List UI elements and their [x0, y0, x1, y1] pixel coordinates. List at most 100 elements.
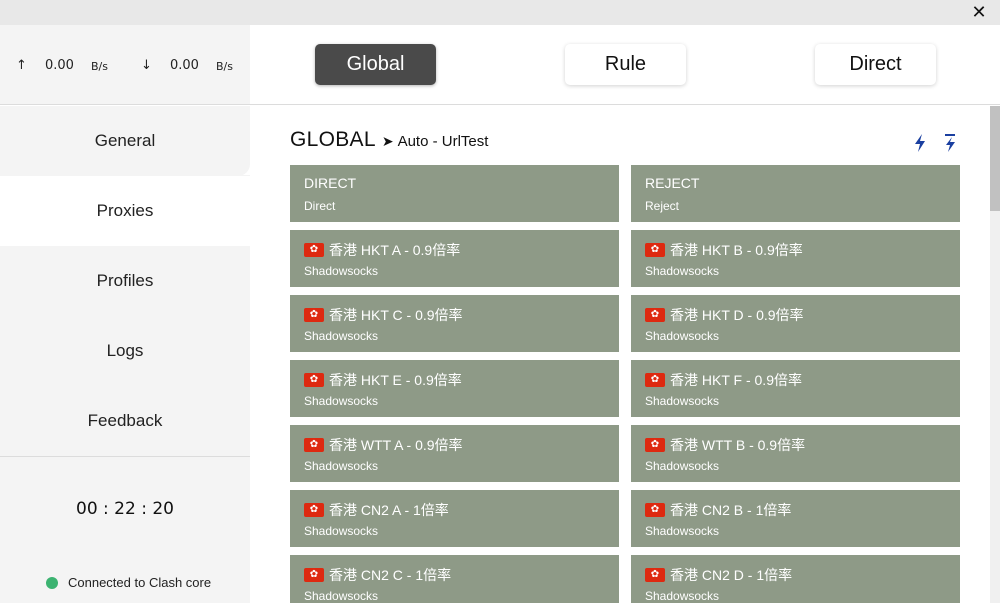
proxy-name: 香港 HKT E - 0.9倍率 [329, 372, 462, 388]
proxy-card[interactable]: DIRECT Direct [290, 165, 619, 222]
proxy-name: 香港 CN2 B - 1倍率 [670, 502, 792, 518]
proxy-card[interactable]: ✿ 香港 HKT A - 0.9倍率 Shadowsocks [290, 230, 619, 287]
download-arrow-icon: ↓ [141, 58, 152, 73]
proxy-type: Direct [304, 199, 336, 213]
sidebar: ↑ 0.00 B/s ↓ 0.00 B/s General Proxies Pr… [0, 25, 250, 603]
proxy-card[interactable]: ✿ 香港 CN2 A - 1倍率 Shadowsocks [290, 490, 619, 547]
proxy-type: Shadowsocks [645, 264, 720, 278]
hong-kong-flag-icon: ✿ [304, 243, 324, 257]
proxy-type: Shadowsocks [304, 459, 379, 473]
proxy-card[interactable]: REJECT Reject [631, 165, 960, 222]
proxy-name: 香港 CN2 D - 1倍率 [670, 567, 793, 583]
latency-test-icon[interactable] [913, 133, 927, 153]
traffic-monitor: ↑ 0.00 B/s ↓ 0.00 B/s [0, 25, 250, 105]
hong-kong-flag-icon: ✿ [645, 568, 665, 582]
proxy-type: Shadowsocks [304, 264, 379, 278]
latency-test-all-icon[interactable] [943, 133, 957, 153]
proxy-card[interactable]: ✿ 香港 HKT C - 0.9倍率 Shadowsocks [290, 295, 619, 352]
main-panel: Global Rule Direct GLOBAL ➤ Auto - UrlTe… [250, 25, 1000, 603]
hong-kong-flag-icon: ✿ [304, 568, 324, 582]
sidebar-item-feedback[interactable]: Feedback [0, 386, 250, 456]
hong-kong-flag-icon: ✿ [645, 438, 665, 452]
upload-speed-unit: B/s [91, 60, 108, 73]
proxy-name: 香港 WTT B - 0.9倍率 [670, 437, 806, 453]
proxy-card[interactable]: ✿ 香港 CN2 B - 1倍率 Shadowsocks [631, 490, 960, 547]
proxy-card[interactable]: ✿ 香港 WTT A - 0.9倍率 Shadowsocks [290, 425, 619, 482]
hong-kong-flag-icon: ✿ [304, 373, 324, 387]
proxy-name: 香港 CN2 A - 1倍率 [329, 502, 449, 518]
proxy-card[interactable]: ✿ 香港 HKT D - 0.9倍率 Shadowsocks [631, 295, 960, 352]
proxy-name: 香港 CN2 C - 1倍率 [329, 567, 452, 583]
hong-kong-flag-icon: ✿ [645, 503, 665, 517]
scrollbar-thumb[interactable] [990, 106, 1000, 211]
proxy-card[interactable]: ✿ 香港 HKT F - 0.9倍率 Shadowsocks [631, 360, 960, 417]
sidebar-item-profiles[interactable]: Profiles [0, 246, 250, 316]
group-selected-proxy: Auto - UrlTest [397, 133, 489, 150]
proxy-card[interactable]: ✿ 香港 CN2 C - 1倍率 Shadowsocks [290, 555, 619, 603]
proxy-type: Shadowsocks [645, 329, 720, 343]
download-speed-value: 0.00 [170, 58, 199, 73]
hong-kong-flag-icon: ✿ [645, 308, 665, 322]
proxy-type: Shadowsocks [304, 524, 379, 538]
hong-kong-flag-icon: ✿ [645, 373, 665, 387]
download-speed-unit: B/s [216, 60, 233, 73]
proxy-name-row: ✿ 香港 HKT B - 0.9倍率 [645, 240, 803, 260]
proxy-name-row: REJECT [645, 175, 699, 191]
upload-arrow-icon: ↑ [16, 58, 27, 73]
hong-kong-flag-icon: ✿ [645, 243, 665, 257]
uptime-timer: 00 : 22 : 20 [76, 499, 174, 519]
sidebar-item-logs[interactable]: Logs [0, 316, 250, 386]
proxy-name-row: ✿ 香港 CN2 C - 1倍率 [304, 565, 451, 585]
proxy-name-row: ✿ 香港 HKT C - 0.9倍率 [304, 305, 463, 325]
proxy-name-row: DIRECT [304, 175, 356, 191]
proxy-type: Shadowsocks [645, 524, 720, 538]
mode-direct-button[interactable]: Direct [815, 44, 936, 85]
proxies-content: GLOBAL ➤ Auto - UrlTest DIRECT Direct REJE… [250, 106, 990, 603]
upload-speed-value: 0.00 [45, 58, 74, 73]
sidebar-divider [0, 456, 250, 457]
hong-kong-flag-icon: ✿ [304, 503, 324, 517]
mode-global-button[interactable]: Global [315, 44, 436, 85]
proxy-name: 香港 HKT B - 0.9倍率 [670, 242, 803, 258]
proxy-name-row: ✿ 香港 HKT E - 0.9倍率 [304, 370, 462, 390]
status-dot-icon [46, 576, 58, 589]
proxy-type: Shadowsocks [645, 589, 720, 603]
proxy-name-row: ✿ 香港 HKT D - 0.9倍率 [645, 305, 804, 325]
proxy-card[interactable]: ✿ 香港 HKT B - 0.9倍率 Shadowsocks [631, 230, 960, 287]
proxy-name: 香港 HKT C - 0.9倍率 [329, 307, 463, 323]
close-button[interactable]: ✕ [970, 3, 988, 21]
proxy-type: Shadowsocks [304, 329, 379, 343]
connection-status-text: Connected to Clash core [68, 575, 212, 590]
proxy-name-row: ✿ 香港 CN2 D - 1倍率 [645, 565, 792, 585]
arrow-icon: ➤ [381, 133, 394, 149]
proxy-name: 香港 HKT D - 0.9倍率 [670, 307, 804, 323]
proxy-type: Shadowsocks [304, 589, 379, 603]
proxy-name: DIRECT [304, 175, 357, 191]
proxy-name-row: ✿ 香港 WTT B - 0.9倍率 [645, 435, 805, 455]
sidebar-item-general[interactable]: General [0, 106, 250, 176]
proxy-name: 香港 WTT A - 0.9倍率 [329, 437, 463, 453]
proxy-name-row: ✿ 香港 WTT A - 0.9倍率 [304, 435, 463, 455]
proxy-card[interactable]: ✿ 香港 CN2 D - 1倍率 Shadowsocks [631, 555, 960, 603]
proxy-card[interactable]: ✿ 香港 WTT B - 0.9倍率 Shadowsocks [631, 425, 960, 482]
title-bar: ✕ [0, 0, 1000, 25]
mode-rule-button[interactable]: Rule [565, 44, 686, 85]
proxy-type: Reject [645, 199, 680, 213]
proxy-name-row: ✿ 香港 HKT A - 0.9倍率 [304, 240, 460, 260]
proxy-name-row: ✿ 香港 HKT F - 0.9倍率 [645, 370, 802, 390]
proxy-name: 香港 HKT A - 0.9倍率 [329, 242, 461, 258]
proxy-name-row: ✿ 香港 CN2 B - 1倍率 [645, 500, 791, 520]
proxy-card[interactable]: ✿ 香港 HKT E - 0.9倍率 Shadowsocks [290, 360, 619, 417]
proxy-name: REJECT [645, 175, 700, 191]
sidebar-item-proxies[interactable]: Proxies [0, 176, 250, 246]
hong-kong-flag-icon: ✿ [304, 438, 324, 452]
proxy-type: Shadowsocks [304, 394, 379, 408]
group-header: GLOBAL ➤ Auto - UrlTest [290, 128, 488, 152]
proxy-type: Shadowsocks [645, 459, 720, 473]
proxy-name-row: ✿ 香港 CN2 A - 1倍率 [304, 500, 449, 520]
proxy-name: 香港 HKT F - 0.9倍率 [670, 372, 802, 388]
group-name: GLOBAL [290, 128, 376, 151]
connection-status: Connected to Clash core [46, 575, 211, 590]
proxy-type: Shadowsocks [645, 394, 720, 408]
hong-kong-flag-icon: ✿ [304, 308, 324, 322]
